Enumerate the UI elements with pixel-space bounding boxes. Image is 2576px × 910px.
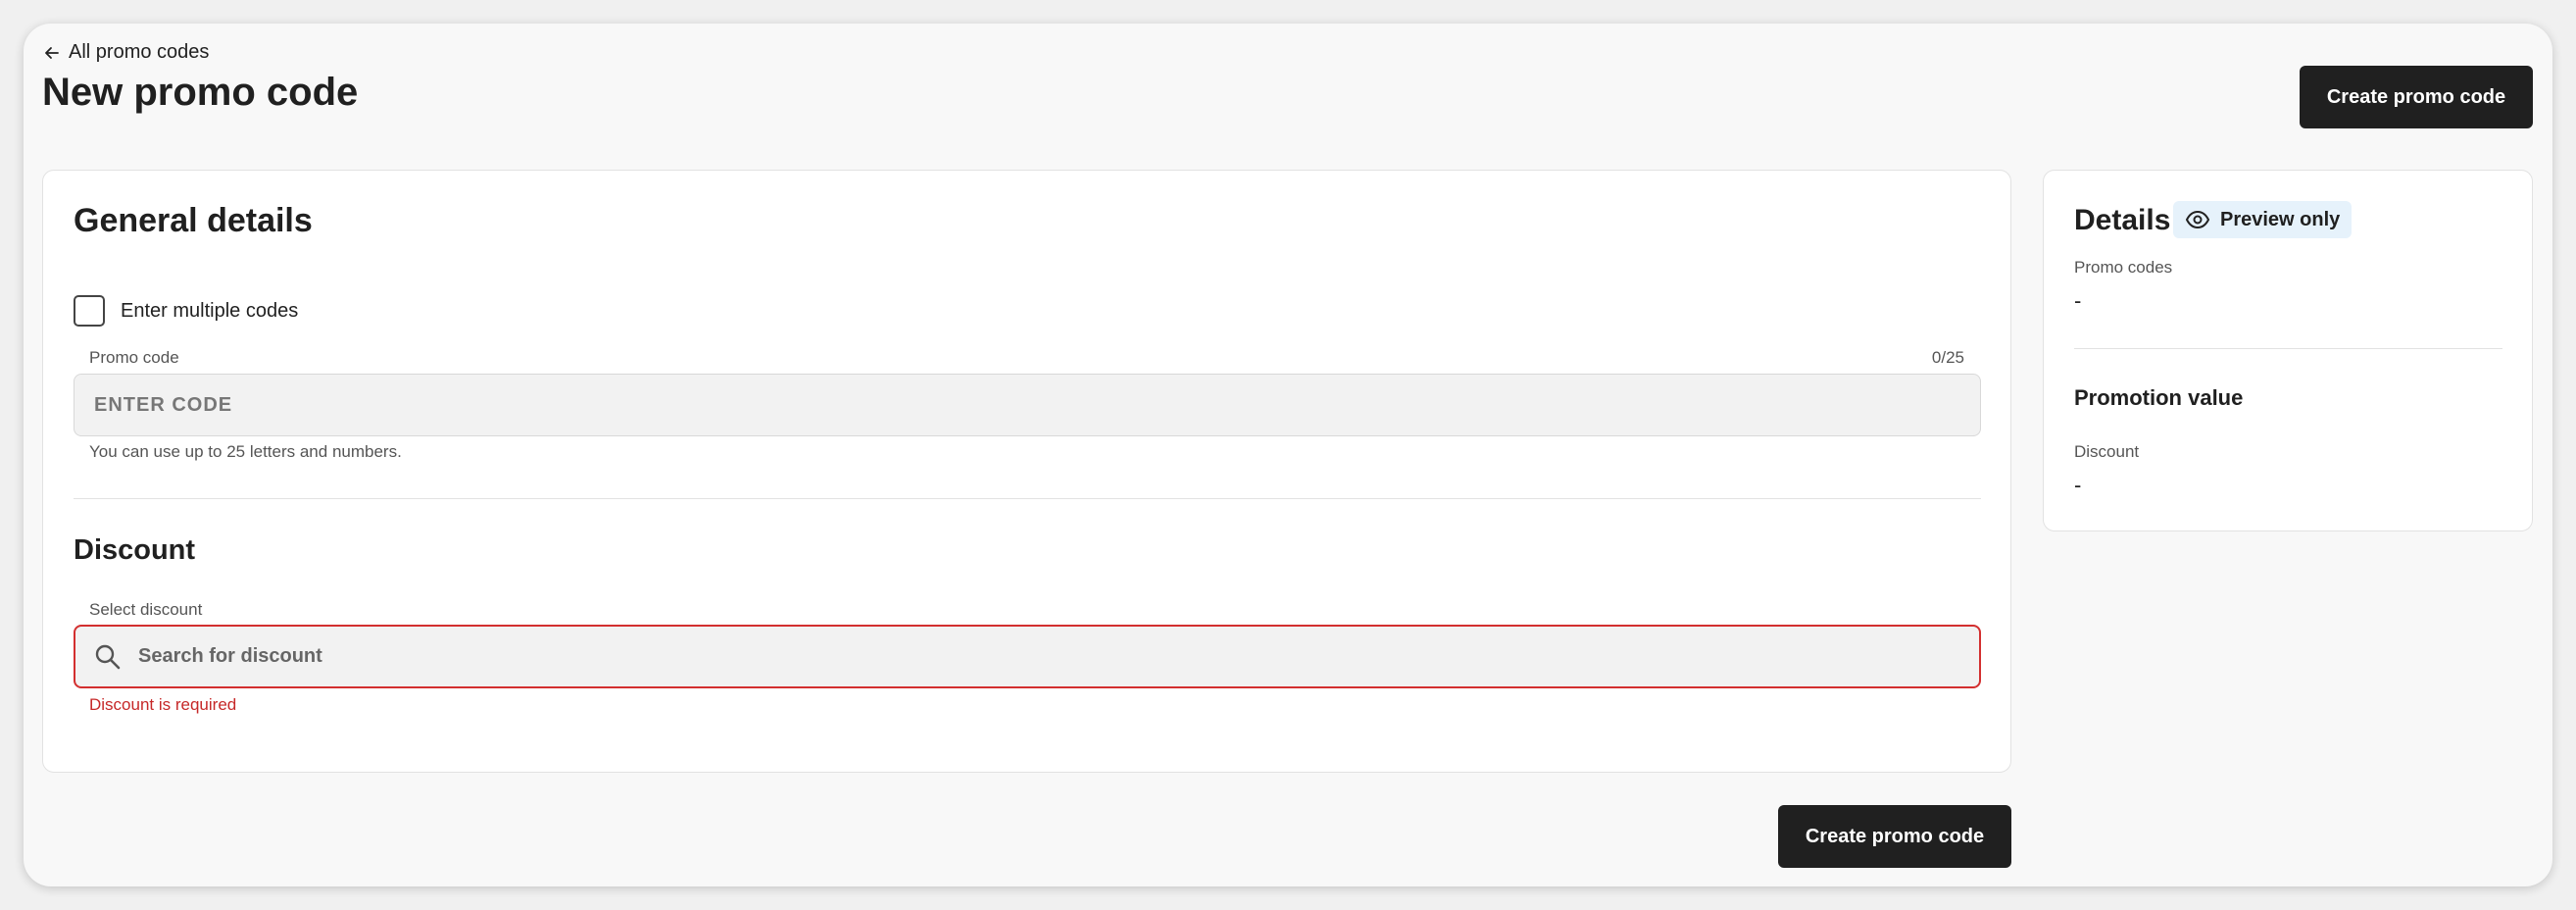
- app-window: All promo codes New promo code Create pr…: [24, 24, 2552, 886]
- details-card: Details Preview only Promo codes - Promo…: [2043, 170, 2533, 531]
- multiple-codes-checkbox[interactable]: [74, 295, 105, 327]
- promo-codes-label: Promo codes: [2074, 258, 2173, 277]
- discount-summary-value: -: [2074, 473, 2082, 497]
- section-divider: [74, 498, 1981, 499]
- details-title: Details: [2074, 204, 2171, 236]
- select-discount-label: Select discount: [89, 600, 203, 619]
- arrow-left-icon: [45, 46, 59, 59]
- back-link[interactable]: All promo codes: [43, 41, 209, 64]
- general-details-title: General details: [74, 202, 313, 239]
- discount-error: Discount is required: [89, 695, 237, 714]
- promo-code-input[interactable]: ENTER CODE: [74, 374, 1981, 436]
- details-divider: [2074, 348, 2502, 349]
- promo-code-counter: 0/25: [1931, 348, 1964, 367]
- promo-code-label: Promo code: [89, 348, 179, 367]
- preview-only-label: Preview only: [2220, 208, 2341, 230]
- general-details-card: General details Enter multiple codes Pro…: [42, 170, 2011, 773]
- back-link-label: All promo codes: [69, 41, 210, 63]
- multiple-codes-option[interactable]: Enter multiple codes: [74, 295, 298, 327]
- preview-only-badge: Preview only: [2173, 201, 2353, 238]
- discount-search-placeholder: Search for discount: [138, 645, 322, 667]
- search-icon: [95, 644, 121, 669]
- page-title: New promo code: [42, 71, 359, 114]
- promo-code-helper: You can use up to 25 letters and numbers…: [89, 442, 402, 461]
- eye-icon: [2185, 210, 2210, 229]
- discount-search-input[interactable]: Search for discount: [74, 625, 1981, 688]
- multiple-codes-label: Enter multiple codes: [121, 299, 299, 322]
- discount-title: Discount: [74, 534, 196, 566]
- promo-codes-value: -: [2074, 288, 2082, 313]
- promotion-value-title: Promotion value: [2074, 385, 2244, 410]
- create-promo-code-footer-button[interactable]: Create promo code: [1778, 805, 2011, 868]
- discount-summary-label: Discount: [2074, 442, 2140, 461]
- create-promo-code-button[interactable]: Create promo code: [2300, 66, 2533, 128]
